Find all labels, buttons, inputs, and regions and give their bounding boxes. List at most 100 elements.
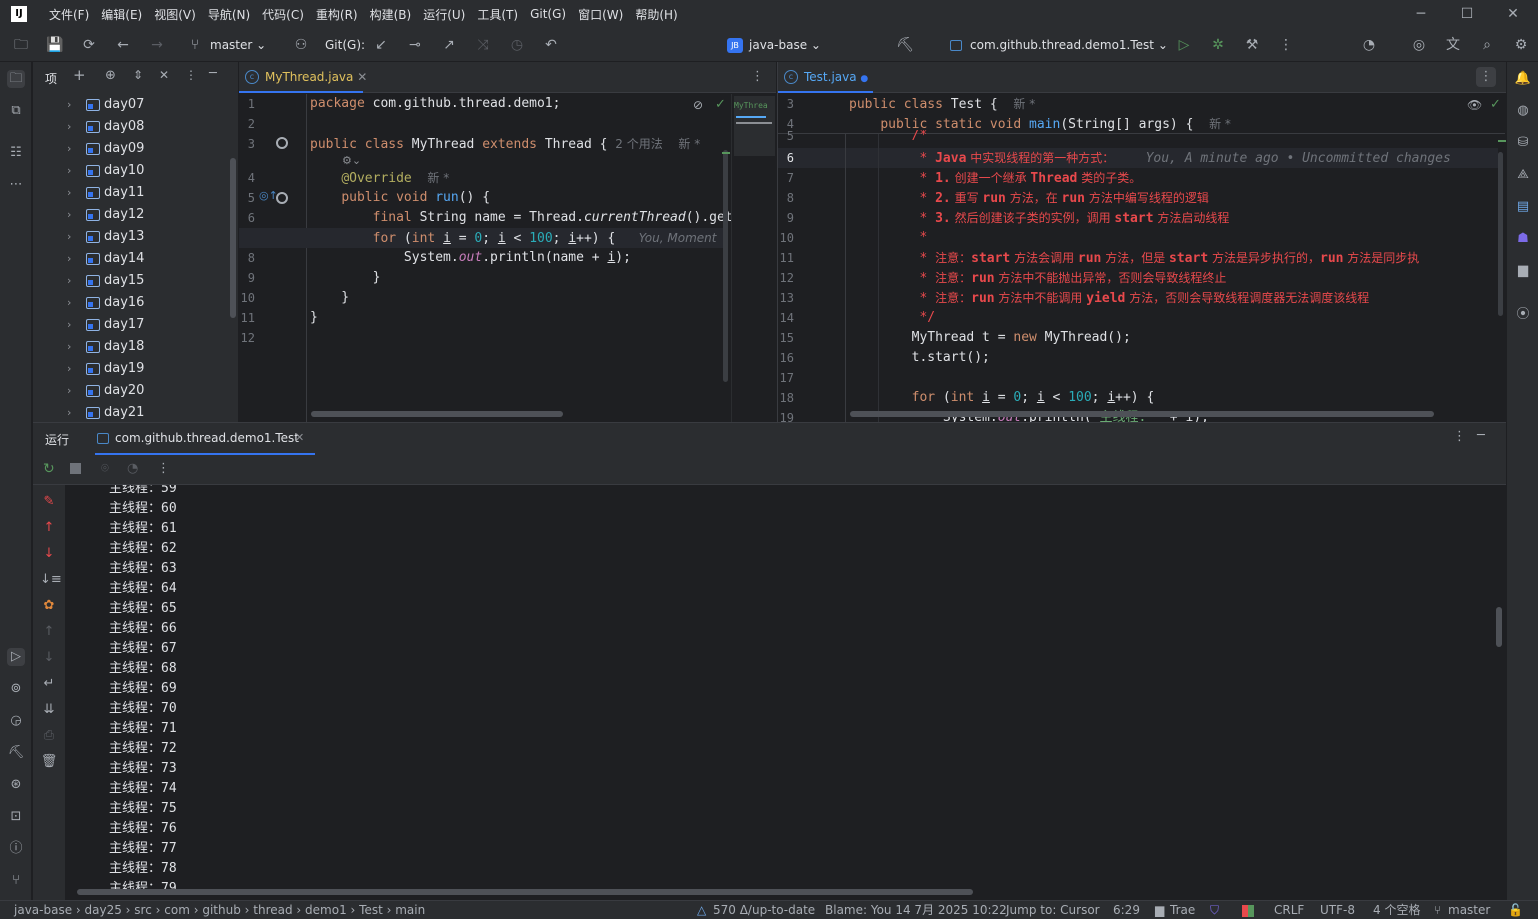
chevron-right-icon[interactable]: › [67, 380, 71, 402]
git-push-icon[interactable]: ↗ [440, 36, 458, 54]
blame-status[interactable]: Blame: You 14 7月 2025 10:22 [825, 901, 1007, 919]
stop-icon[interactable] [70, 463, 81, 474]
lock-icon[interactable]: 🔓 [1508, 901, 1523, 919]
project-folder-row[interactable]: › day14 [33, 248, 238, 270]
git-commit-icon[interactable]: ⊸ [406, 36, 424, 54]
implemented-gutter-icon[interactable] [276, 137, 288, 149]
build-hammer-icon[interactable]: ⛏ [896, 36, 914, 54]
code-vision-icon[interactable]: ⦿ [1514, 306, 1532, 324]
chevron-right-icon[interactable]: › [67, 160, 71, 182]
tab-options-icon[interactable]: ⋮ [1476, 67, 1496, 87]
project-folder-row[interactable]: › day07 [33, 94, 238, 116]
more-tools-icon[interactable]: ⋯ [7, 176, 25, 194]
restore-layout-icon[interactable]: ◔ [127, 461, 138, 476]
project-folder-row[interactable]: › day12 [33, 204, 238, 226]
notifications-bell-icon[interactable]: 🔔 [1514, 70, 1532, 88]
console-scrollbar-h[interactable] [77, 889, 973, 895]
profiler-icon[interactable]: ◔ [1360, 36, 1378, 54]
menu-help[interactable]: 帮助(H) [629, 6, 683, 23]
editor-scrollbar-h[interactable] [850, 411, 1434, 417]
menu-build[interactable]: 构建(B) [364, 6, 418, 23]
branch-selector[interactable]: master ⌄ [210, 28, 266, 62]
collapse-all-icon[interactable]: ✕ [159, 68, 169, 82]
chevron-right-icon[interactable]: › [67, 358, 71, 380]
indent-setting[interactable]: 4 个空格 [1373, 901, 1420, 919]
translate-icon[interactable]: 文 [1444, 36, 1462, 54]
windows-logo-icon[interactable] [1242, 905, 1254, 917]
locate-icon[interactable]: ⊕ [105, 68, 116, 83]
close-tab-icon[interactable]: ✕ [295, 431, 304, 444]
terminal-icon[interactable]: ⊡ [7, 808, 25, 826]
plugin-icon[interactable]: ✿ [40, 597, 58, 615]
editor-test[interactable]: c Test.java ● ⋮ 3 4 public class Test { 新… [777, 62, 1506, 422]
chevron-right-icon[interactable]: › [67, 116, 71, 138]
problems-icon[interactable]: ⓘ [7, 840, 25, 858]
user-icon[interactable]: ⚇ [292, 36, 310, 54]
project-scrollbar[interactable] [230, 158, 236, 318]
database-icon[interactable]: ⛁ [1514, 134, 1532, 152]
breadcrumb-item[interactable]: github [202, 903, 240, 917]
editor-mythread[interactable]: cMyThread.java ✕ ⋮ ⊘ ✓ 1 2 3 4 5 6 7 8 9… [239, 62, 776, 422]
debug-icon[interactable]: ✲ [1209, 36, 1227, 54]
menu-run[interactable]: 运行(U) [417, 6, 471, 23]
scroll-to-end-icon[interactable]: ⇊ [40, 701, 58, 719]
breadcrumb-item[interactable]: demo1 [305, 903, 347, 917]
menu-navigate[interactable]: 导航(N) [202, 6, 256, 23]
open-folder-icon[interactable]: 🗀 [12, 36, 30, 54]
edit-config-icon[interactable]: ✎ [40, 493, 58, 511]
options-icon[interactable]: ⋮ [1453, 429, 1466, 444]
project-folder-row[interactable]: › day20 [33, 380, 238, 402]
run-gutter-icon[interactable] [276, 192, 288, 204]
breadcrumb-item[interactable]: thread [253, 903, 292, 917]
breadcrumb-item[interactable]: day25 [85, 903, 122, 917]
copilot-status-icon[interactable]: ⛉ [1210, 901, 1219, 919]
up-arrow-icon[interactable]: ↑ [40, 519, 58, 537]
chevron-right-icon[interactable]: › [67, 270, 71, 292]
more-icon[interactable]: ⋮ [1277, 36, 1295, 54]
ai-suggest-icon[interactable]: ⚙⌄ [342, 154, 361, 167]
project-folder-icon[interactable]: 🗀 [7, 70, 25, 88]
scroll-down-icon[interactable]: ↓ [40, 649, 58, 667]
project-folder-row[interactable]: › day15 [33, 270, 238, 292]
settings-gear-icon[interactable]: ⚙ [1512, 36, 1530, 54]
override-gutter-icon[interactable]: ◎↑ [259, 189, 278, 202]
chevron-right-icon[interactable]: › [67, 182, 71, 204]
project-folder-row[interactable]: › day13 [33, 226, 238, 248]
tab-test[interactable]: c Test.java ● [778, 62, 873, 93]
menu-view[interactable]: 视图(V) [148, 6, 202, 23]
back-icon[interactable]: ← [114, 36, 132, 54]
more-icon[interactable]: ⋮ [157, 461, 170, 476]
editor-scrollbar-v[interactable] [723, 150, 728, 382]
scroll-up-icon[interactable]: ↑ [40, 623, 58, 641]
console-scrollbar-v[interactable] [1496, 607, 1502, 647]
menu-git[interactable]: Git(G) [524, 7, 572, 21]
camera-icon[interactable]: ⌾ [101, 461, 109, 476]
rerun-icon[interactable]: ↻ [43, 461, 55, 477]
project-folder-row[interactable]: › day09 [33, 138, 238, 160]
print-icon[interactable]: ⎙ [40, 727, 58, 745]
documents-icon[interactable]: ▆ [1514, 262, 1532, 280]
menu-refactor[interactable]: 重构(R) [310, 6, 364, 23]
copilot-icon[interactable]: ⟁ [1514, 166, 1532, 184]
chevron-right-icon[interactable]: › [67, 336, 71, 358]
file-encoding[interactable]: UTF-8 [1320, 901, 1355, 919]
git-merge-icon[interactable]: ⤨ [474, 36, 492, 54]
soft-wrap-icon[interactable]: ↵ [40, 675, 58, 693]
project-folder-row[interactable]: › day18 [33, 336, 238, 358]
vcs-status[interactable]: 570 Δ/up-to-date [713, 901, 815, 919]
project-folder-row[interactable]: › day16 [33, 292, 238, 314]
git-tool-icon[interactable]: ⑂ [7, 872, 25, 890]
reader-mode-icon[interactable]: ⊘ [693, 98, 703, 112]
breadcrumb-item[interactable]: Test [359, 903, 383, 917]
run-icon[interactable]: ▷ [1175, 36, 1193, 54]
ai-assistant-icon[interactable]: ◎ [1410, 36, 1428, 54]
services-icon[interactable]: ⊚ [7, 680, 25, 698]
profiler-tool-icon[interactable]: ◶ [7, 712, 25, 730]
build-tool-icon[interactable]: ⛏ [7, 744, 25, 762]
revert-icon[interactable]: ↶ [542, 36, 560, 54]
menu-edit[interactable]: 编辑(E) [95, 6, 148, 23]
save-icon[interactable]: 💾 [46, 36, 64, 54]
project-selector[interactable]: java-base ⌄ [749, 28, 821, 62]
jump-to-status[interactable]: Jump to: Cursor [1006, 901, 1100, 919]
close-icon[interactable]: ✕ [1490, 0, 1536, 28]
